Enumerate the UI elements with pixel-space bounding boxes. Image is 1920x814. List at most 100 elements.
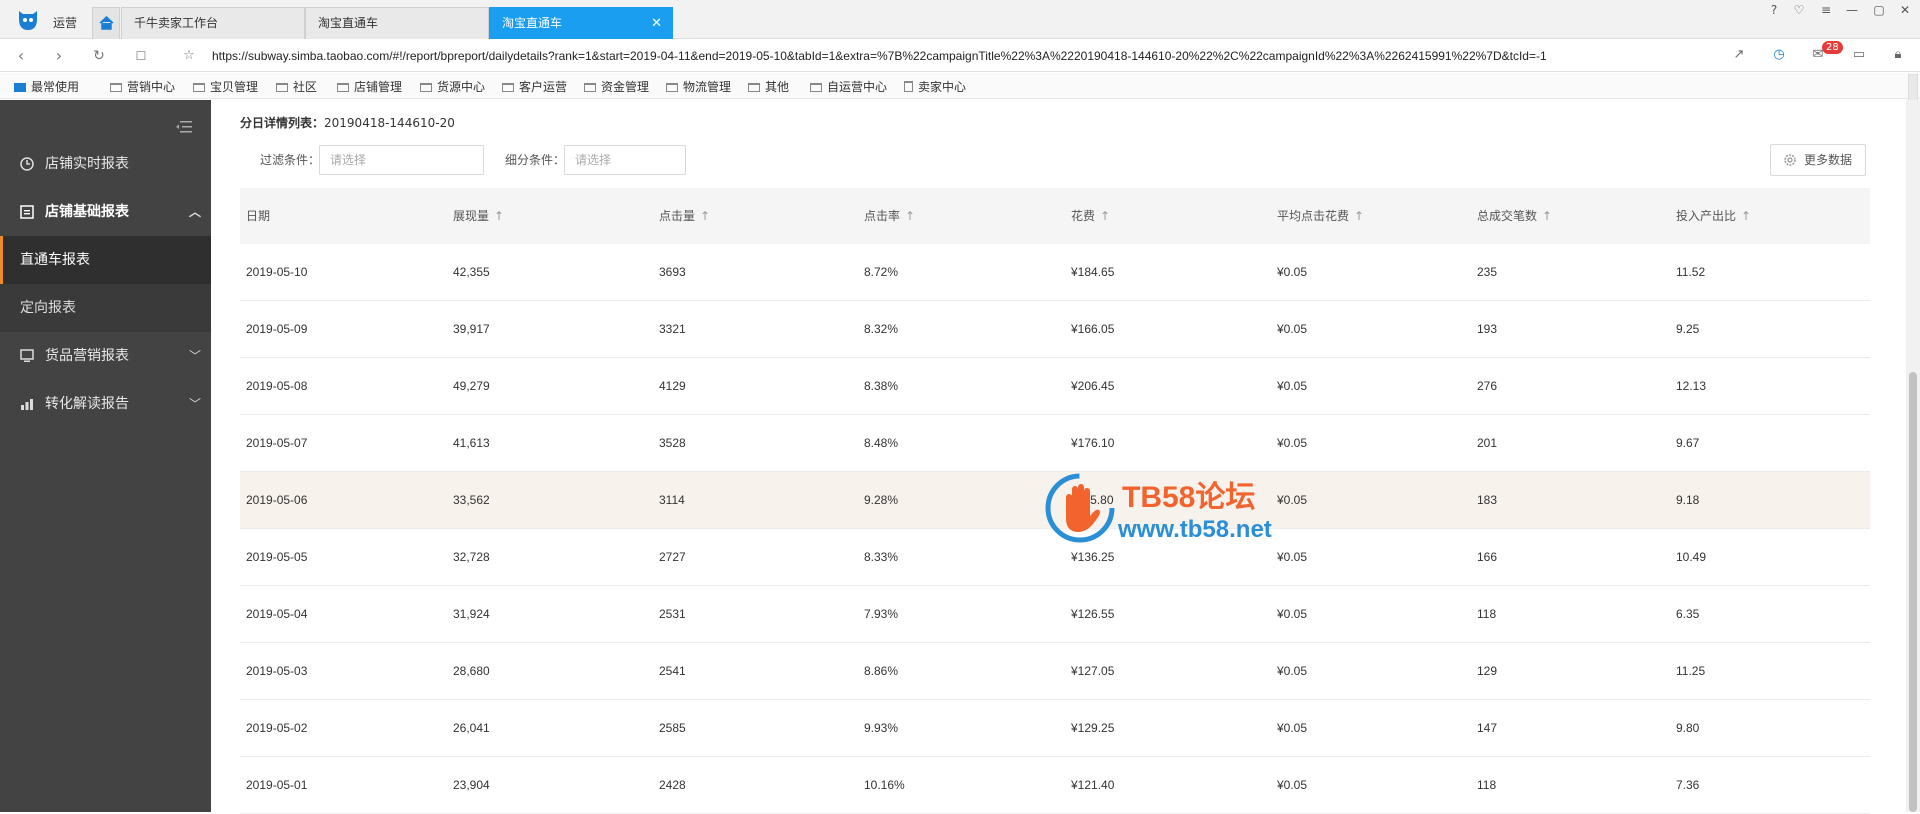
content-scrollbar[interactable] xyxy=(1906,100,1920,812)
bookmark-item[interactable]: 货源中心 xyxy=(420,78,485,95)
table-cell: 2428 xyxy=(659,778,686,792)
maximize-icon[interactable]: ▢ xyxy=(1868,3,1890,17)
menu-icon[interactable]: ≡ xyxy=(1815,3,1837,17)
sidebar-item-zhitongche-report[interactable]: 直通车报表 xyxy=(0,236,211,284)
sort-arrow-icon[interactable]: ↑ xyxy=(1542,209,1552,223)
sort-arrow-icon[interactable]: ↑ xyxy=(905,209,915,223)
close-window-icon[interactable]: ✕ xyxy=(1894,3,1916,17)
app-logo-icon[interactable] xyxy=(16,9,40,31)
column-header[interactable]: 平均点击花费 ↑ xyxy=(1277,188,1364,244)
table-cell: 9.18 xyxy=(1676,493,1700,507)
table-row: 2019-05-07 41,613 3528 8.48% ¥176.10 ¥0.05 201… xyxy=(240,415,1870,472)
campaign-name: 20190418-144610-20 xyxy=(324,116,455,130)
sort-arrow-icon[interactable]: ↑ xyxy=(1354,209,1364,223)
sidebar-item-basic-report[interactable]: 店铺基础报表 ︿ xyxy=(0,188,211,236)
table-cell: 2019-05-06 xyxy=(246,493,308,507)
sidebar-item-targeting-report[interactable]: 定向报表 xyxy=(0,284,211,332)
table-cell: 32,728 xyxy=(453,550,490,564)
table-cell: ¥176.10 xyxy=(1071,436,1115,450)
help-icon[interactable]: ? xyxy=(1763,3,1785,17)
table-cell: 2019-05-08 xyxy=(246,379,308,393)
table-cell: 3693 xyxy=(659,265,686,279)
report-icon xyxy=(20,205,34,219)
tab-zhitongche-active[interactable]: 淘宝直通车 ✕ xyxy=(489,7,673,39)
scrollbar-thumb[interactable] xyxy=(1909,372,1917,812)
bookmark-item[interactable]: 店铺管理 xyxy=(337,78,402,95)
filter-select[interactable]: 请选择 xyxy=(319,145,484,175)
forward-icon[interactable]: › xyxy=(48,45,70,67)
bookmark-item[interactable]: 营销中心 xyxy=(110,78,175,95)
table-cell: ¥136.25 xyxy=(1071,550,1115,564)
table-cell: 4129 xyxy=(659,379,686,393)
sidebar-item-conversion-report[interactable]: 转化解读报告 ﹀ xyxy=(0,380,211,428)
sort-arrow-icon[interactable]: ↑ xyxy=(1100,209,1110,223)
home-tab[interactable] xyxy=(92,7,120,39)
bookmark-item[interactable]: 最常使用 xyxy=(14,78,79,95)
bookmark-star-icon[interactable]: ☆ xyxy=(178,45,200,67)
sidebar-item-goods-marketing-report[interactable]: 货品营销报表 ﹀ xyxy=(0,332,211,380)
column-header[interactable]: 展现量 ↑ xyxy=(453,188,504,244)
column-header[interactable]: 点击量 ↑ xyxy=(659,188,710,244)
bookmark-label: 货源中心 xyxy=(437,80,486,94)
table-cell: 9.28% xyxy=(864,493,899,507)
folder-icon xyxy=(584,83,596,92)
tab-zhitongche[interactable]: 淘宝直通车 xyxy=(305,7,489,39)
timer-icon[interactable]: ◷ xyxy=(1769,47,1789,65)
table-cell: 2019-05-05 xyxy=(246,550,308,564)
table-cell: ¥126.55 xyxy=(1071,607,1115,621)
column-header-label: 点击量 xyxy=(659,209,696,223)
table-cell: 2019-05-01 xyxy=(246,778,308,792)
sort-arrow-icon[interactable]: ↑ xyxy=(1741,209,1751,223)
url-field[interactable]: https://subway.simba.taobao.com/#!/repor… xyxy=(212,49,1547,63)
more-data-button[interactable]: 更多数据 xyxy=(1770,144,1866,176)
history-icon[interactable]: ☐ xyxy=(130,45,152,67)
table-cell: ¥0.05 xyxy=(1277,664,1308,678)
table-cell: ¥0.05 xyxy=(1277,265,1308,279)
collapse-menu-icon[interactable] xyxy=(176,120,192,134)
home-icon xyxy=(99,16,114,30)
table-body: 2019-05-10 42,355 3693 8.72% ¥184.65 ¥0.05 235… xyxy=(240,244,1870,814)
table-cell: 9.80 xyxy=(1676,721,1700,735)
bookmark-item[interactable]: 其他 xyxy=(748,78,789,95)
column-header[interactable]: 投入产出比 ↑ xyxy=(1676,188,1751,244)
table-cell: 9.93% xyxy=(864,721,899,735)
table-cell: 49,279 xyxy=(453,379,490,393)
table-cell: 8.38% xyxy=(864,379,899,393)
bookmark-item[interactable]: 宝贝管理 xyxy=(193,78,258,95)
column-header[interactable]: 点击率 ↑ xyxy=(864,188,915,244)
table-cell: 11.52 xyxy=(1676,265,1706,279)
column-header[interactable]: 总成交笔数 ↑ xyxy=(1477,188,1552,244)
table-cell: 8.48% xyxy=(864,436,899,450)
lock-icon[interactable]: 🔒︎ xyxy=(1888,47,1908,65)
sidebar-item-realtime-report[interactable]: 店铺实时报表 xyxy=(0,140,211,188)
sort-arrow-icon[interactable]: ↑ xyxy=(494,209,504,223)
minimize-icon[interactable]: — xyxy=(1841,3,1863,17)
bookmark-label: 营销中心 xyxy=(127,80,176,94)
table-cell: 7.93% xyxy=(864,607,899,621)
detail-title: 分日详情列表：20190418-144610-20 xyxy=(240,114,455,131)
table-cell: 2727 xyxy=(659,550,686,564)
table-cell: ¥0.05 xyxy=(1277,436,1308,450)
bookmark-item[interactable]: 物流管理 xyxy=(666,78,731,95)
bookmark-item[interactable]: 资金管理 xyxy=(584,78,649,95)
sidebar-item-label: 定向报表 xyxy=(20,300,76,316)
refresh-icon[interactable]: ↻ xyxy=(88,45,110,67)
segment-select[interactable]: 请选择 xyxy=(564,145,686,175)
bookmark-label: 宝贝管理 xyxy=(210,80,259,94)
bookmark-item[interactable]: 自运营中心 xyxy=(810,78,887,95)
external-link-icon[interactable]: ↗ xyxy=(1729,47,1749,65)
bookmark-item[interactable]: 客户运营 xyxy=(502,78,567,95)
folder-icon xyxy=(748,83,760,92)
bookmark-item[interactable]: 卖家中心 xyxy=(904,78,966,95)
tab-qianniu-workbench[interactable]: 千牛卖家工作台 xyxy=(121,7,305,39)
table-cell: 129 xyxy=(1477,664,1498,678)
folder-icon xyxy=(420,83,432,92)
table-cell: 8.86% xyxy=(864,664,899,678)
skin-icon[interactable]: ♡ xyxy=(1788,3,1810,17)
id-card-icon[interactable]: ▭ xyxy=(1849,47,1869,65)
back-icon[interactable]: ‹ xyxy=(10,45,32,67)
close-tab-icon[interactable]: ✕ xyxy=(651,8,662,39)
sort-arrow-icon[interactable]: ↑ xyxy=(700,209,710,223)
column-header[interactable]: 花费 ↑ xyxy=(1071,188,1110,244)
bookmark-item[interactable]: 社区 xyxy=(276,78,317,95)
